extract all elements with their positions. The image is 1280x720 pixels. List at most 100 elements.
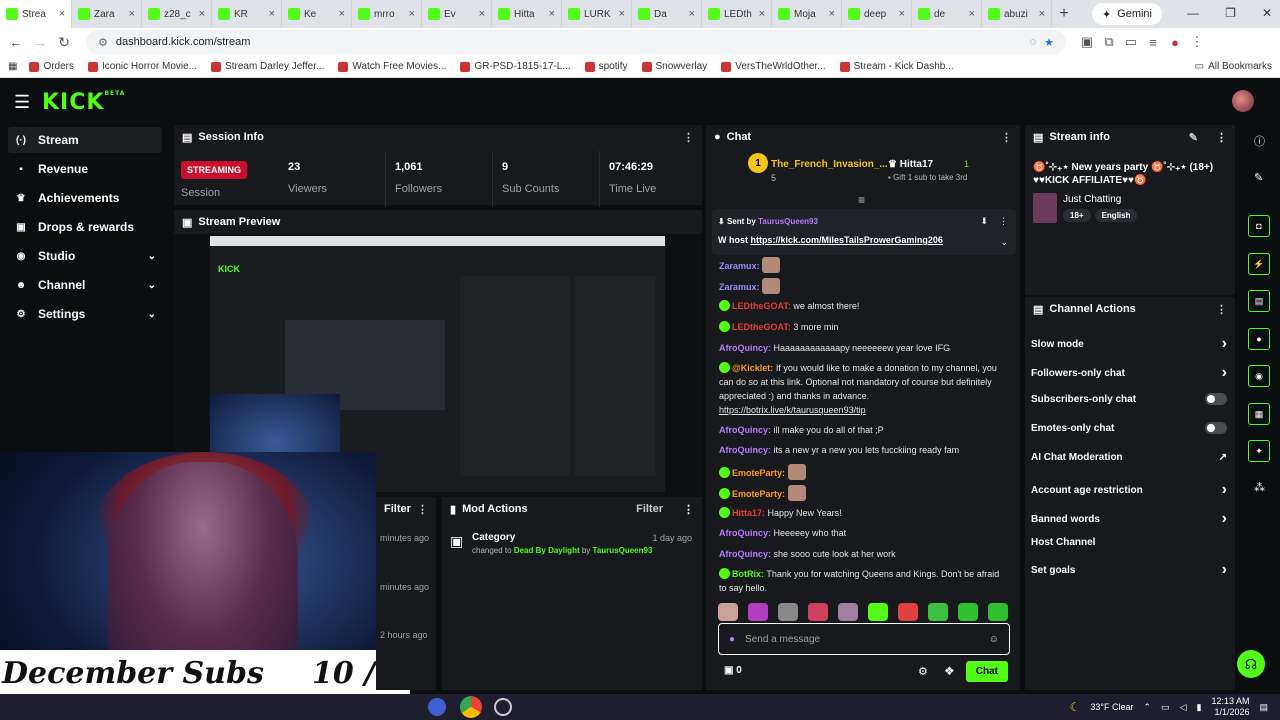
- support-headset-icon[interactable]: ☊: [1237, 650, 1265, 678]
- close-tab-icon[interactable]: ×: [969, 8, 975, 20]
- close-tab-icon[interactable]: ×: [899, 8, 905, 20]
- clock[interactable]: 12:13 AM 1/1/2026: [1211, 696, 1249, 718]
- bookmark-item[interactable]: GR-PSD-1815-17-L...: [460, 61, 571, 72]
- chat-username[interactable]: Zaramux:: [719, 261, 760, 271]
- edit-icon[interactable]: ✎: [1189, 131, 1198, 144]
- sidebar-item-achievements[interactable]: ♛ Achievements: [8, 185, 162, 211]
- chevron-down-icon[interactable]: ⌄: [148, 251, 156, 262]
- channel-action-banned-words[interactable]: Banned words ›: [1031, 510, 1227, 528]
- tray-chevron-icon[interactable]: ⌃: [1144, 702, 1152, 713]
- storage-icon[interactable]: ▦: [1248, 403, 1270, 425]
- wrench-icon[interactable]: ✦: [1248, 440, 1270, 462]
- new-tab-button[interactable]: +: [1052, 5, 1076, 23]
- browser-tab[interactable]: Ke ×: [282, 0, 352, 28]
- chat-username[interactable]: EmoteParty:: [732, 489, 785, 499]
- notification-icon[interactable]: ▤: [1259, 702, 1268, 713]
- mod-action-game[interactable]: Dead By Daylight: [514, 546, 580, 555]
- browser-tab[interactable]: LURK ×: [562, 0, 632, 28]
- chat-username[interactable]: LEDtheGOAT:: [732, 301, 791, 311]
- filter-button[interactable]: Filter: [636, 503, 663, 515]
- chat-username[interactable]: AfroQuincy:: [719, 528, 771, 538]
- toggle-switch[interactable]: [1205, 422, 1227, 434]
- weather-text[interactable]: 33°F Clear: [1090, 702, 1133, 712]
- lightning-icon[interactable]: ⚡: [1248, 253, 1270, 275]
- emote-icon[interactable]: [808, 603, 828, 621]
- chevron-down-icon[interactable]: ⌄: [1000, 237, 1008, 248]
- chrome-icon[interactable]: [460, 696, 482, 718]
- browser-tab[interactable]: abuzi ×: [982, 0, 1052, 28]
- sidebar-item-studio[interactable]: ◉ Studio ⌄: [8, 243, 162, 269]
- close-tab-icon[interactable]: ×: [479, 8, 485, 20]
- browser-tab[interactable]: Zara ×: [72, 0, 142, 28]
- chat-username[interactable]: Hitta17:: [732, 508, 765, 518]
- bookmark-item[interactable]: Stream Darley Jeffer...: [211, 61, 324, 72]
- emote-icon[interactable]: [928, 603, 948, 621]
- nodes-icon[interactable]: ⁂: [1254, 481, 1265, 494]
- more-options-icon[interactable]: ⋮: [683, 131, 694, 144]
- bookmark-item[interactable]: Stream - Kick Dashb...: [839, 61, 954, 72]
- points-display[interactable]: ▣ 0: [724, 665, 742, 676]
- chat-username[interactable]: AfroQuincy:: [719, 425, 771, 435]
- close-tab-icon[interactable]: ×: [619, 8, 625, 20]
- eye-off-icon[interactable]: ◌: [1030, 36, 1037, 48]
- edit-icon[interactable]: ✎: [1254, 171, 1263, 184]
- chat-username[interactable]: @Kicklet:: [732, 363, 773, 373]
- pinned-more-icon[interactable]: ⋮: [999, 216, 1008, 227]
- broadcast-icon[interactable]: ◉: [1248, 365, 1270, 387]
- battery-icon[interactable]: ▮: [1197, 702, 1202, 713]
- close-tab-icon[interactable]: ×: [199, 8, 205, 20]
- puzzle-icon[interactable]: ⧉: [1098, 34, 1120, 50]
- chat-username[interactable]: Zaramux:: [719, 282, 760, 292]
- channel-action-slow-mode[interactable]: Slow mode ›: [1031, 335, 1227, 353]
- kick-logo[interactable]: KICKBETA: [42, 90, 125, 115]
- chat-icon[interactable]: ●: [1248, 328, 1270, 350]
- browser-tab[interactable]: KR ×: [212, 0, 282, 28]
- chat-users-icon[interactable]: ❖: [944, 664, 955, 678]
- category-thumbnail[interactable]: [1033, 193, 1057, 223]
- close-tab-icon[interactable]: ×: [1039, 8, 1045, 20]
- back-button[interactable]: ←: [4, 34, 28, 50]
- close-tab-icon[interactable]: ×: [689, 8, 695, 20]
- mic-icon[interactable]: ●: [729, 634, 735, 645]
- user-avatar[interactable]: [1232, 90, 1254, 112]
- bookmark-item[interactable]: Watch Free Movies...: [338, 61, 446, 72]
- toggle-switch[interactable]: [1205, 393, 1227, 405]
- chat-username[interactable]: AfroQuincy:: [719, 343, 771, 353]
- channel-action-account-age-restriction[interactable]: Account age restriction ›: [1031, 481, 1227, 499]
- more-options-icon[interactable]: ⋮: [1216, 131, 1227, 144]
- close-tab-icon[interactable]: ×: [269, 8, 275, 20]
- volume-icon[interactable]: ◁: [1180, 702, 1187, 713]
- browser-tab[interactable]: Ev ×: [422, 0, 492, 28]
- browser-tab[interactable]: z28_c ×: [142, 0, 212, 28]
- bookmark-item[interactable]: VersTheWrldOther...: [721, 61, 826, 72]
- minimize-button[interactable]: —: [1187, 6, 1199, 20]
- browser-tab[interactable]: deep ×: [842, 0, 912, 28]
- emote-icon[interactable]: [958, 603, 978, 621]
- chevron-right-icon[interactable]: ›: [1222, 481, 1227, 499]
- sidebar-item-stream[interactable]: (·) Stream: [8, 127, 162, 153]
- extension-icon[interactable]: ▣: [1076, 34, 1098, 50]
- emoji-icon[interactable]: ☺: [989, 634, 999, 645]
- channel-action-ai-chat-moderation[interactable]: AI Chat Moderation ↗: [1031, 452, 1227, 463]
- unpin-icon[interactable]: ⬇: [980, 216, 988, 227]
- channel-action-subscribers-only-chat[interactable]: Subscribers-only chat: [1031, 393, 1227, 405]
- external-link-icon[interactable]: ↗: [1219, 452, 1227, 463]
- stream-tag[interactable]: English: [1094, 209, 1138, 222]
- channel-action-emotes-only-chat[interactable]: Emotes-only chat: [1031, 422, 1227, 434]
- more-options-icon[interactable]: ⋮: [683, 503, 694, 516]
- filter-button[interactable]: Filter: [384, 503, 411, 515]
- site-info-icon[interactable]: ⚙: [98, 36, 108, 49]
- media-icon[interactable]: ≡: [1142, 35, 1164, 50]
- sidebar-item-channel[interactable]: ☻ Channel ⌄: [8, 272, 162, 298]
- chat-settings-icon[interactable]: ⚙: [918, 665, 928, 678]
- bookmark-item[interactable]: Snowverlay: [641, 61, 707, 72]
- channel-action-followers-only-chat[interactable]: Followers-only chat ›: [1031, 364, 1227, 382]
- top-gifter-name[interactable]: The_French_Invasion_...: [771, 159, 888, 170]
- chat-username[interactable]: AfroQuincy:: [719, 549, 771, 559]
- network-icon[interactable]: ▭: [1161, 702, 1170, 713]
- chat-link[interactable]: https://botrix.live/k/taurusqueen93/tip: [719, 405, 866, 415]
- close-tab-icon[interactable]: ×: [759, 8, 765, 20]
- browser-tab[interactable]: Hitta ×: [492, 0, 562, 28]
- gemini-button[interactable]: ✦ Gemini: [1091, 3, 1162, 25]
- emote-icon[interactable]: [988, 603, 1008, 621]
